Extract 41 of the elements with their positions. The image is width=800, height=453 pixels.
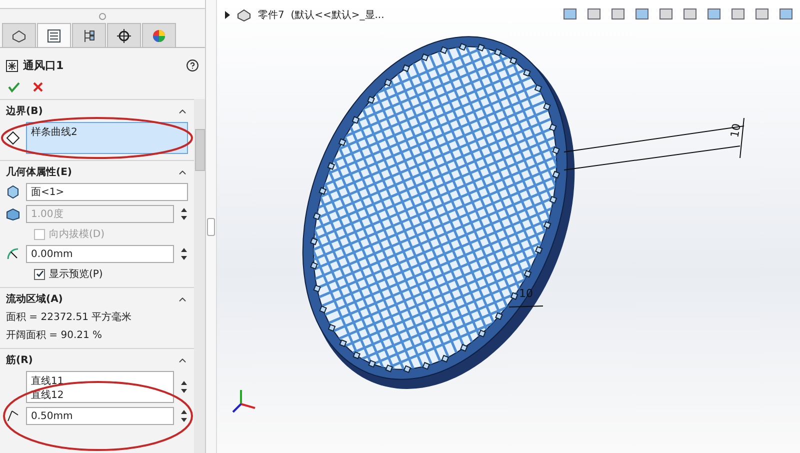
part-icon [11, 28, 27, 42]
section-title: 边界(B) [6, 104, 43, 118]
spin-buttons[interactable] [180, 206, 188, 222]
face-field[interactable]: 面<1> [26, 183, 188, 201]
grip-icon[interactable] [99, 12, 106, 20]
splitter-handle[interactable] [207, 218, 215, 236]
panel-tab[interactable] [72, 23, 106, 47]
list-icon [47, 28, 61, 42]
breadcrumb-text[interactable]: 零件7 (默认<<默认>_显... [258, 8, 384, 22]
open-area-value: 开阔面积 = 90.21 % [6, 329, 104, 342]
tree-icon [82, 28, 96, 42]
expand-icon[interactable] [225, 11, 230, 19]
spin-buttons[interactable] [180, 408, 188, 424]
spin-buttons[interactable] [180, 379, 188, 395]
cube-icon [6, 185, 20, 199]
fillet-icon [6, 247, 20, 261]
crosshair-icon [117, 28, 131, 42]
color-wheel-icon [152, 28, 166, 42]
section-title: 筋(R) [6, 354, 33, 367]
section-title: 流动区域(A) [6, 292, 63, 306]
rib-width-field[interactable]: 0.50mm [26, 407, 174, 425]
part-icon [236, 8, 252, 22]
dimension-drawing: 10 [562, 118, 752, 178]
section-title: 几何体属性(E) [6, 166, 72, 179]
rib-width-icon [6, 409, 20, 423]
spin-buttons[interactable] [180, 246, 188, 262]
panel-tab[interactable] [37, 23, 71, 47]
fillet-radius-field[interactable]: 0.00mm [26, 245, 174, 263]
cancel-button[interactable] [32, 81, 44, 93]
checkbox-option[interactable]: 显示预览(P) [6, 267, 188, 281]
panel-tab[interactable] [107, 23, 141, 47]
diamond-icon [6, 131, 20, 145]
scrollbar[interactable] [194, 99, 205, 453]
panel-tab[interactable] [2, 23, 36, 47]
feature-title: 通风口1 [23, 58, 65, 73]
boundary-list[interactable]: 样条曲线2 [26, 122, 188, 154]
vent-icon [6, 60, 18, 72]
help-icon[interactable] [186, 59, 199, 72]
area-value: 面积 = 22372.51 平方毫米 [6, 310, 133, 324]
ok-button[interactable] [8, 81, 20, 93]
checkmark-icon [36, 270, 44, 278]
